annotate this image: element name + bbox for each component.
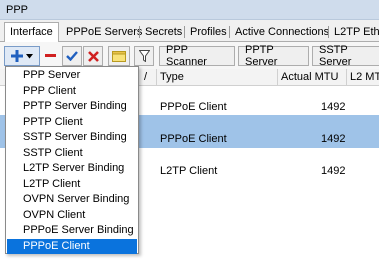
column-header-type[interactable]: Type xyxy=(156,69,277,86)
menu-item-ovpn-client[interactable]: OVPN Client xyxy=(7,208,137,224)
mtu-cell: 1492 xyxy=(321,133,346,145)
comment-icon xyxy=(112,50,126,62)
type-cell: PPPoE Client xyxy=(160,133,227,145)
filter-icon xyxy=(138,50,150,62)
tab-bar: Interface PPPoE Servers Secrets Profiles… xyxy=(0,20,379,43)
window-titlebar: PPP xyxy=(0,0,379,20)
enable-button[interactable] xyxy=(62,46,82,66)
window-title: PPP xyxy=(6,4,29,16)
pptp-server-button[interactable]: PPTP Server xyxy=(238,44,309,68)
ppp-scanner-button[interactable]: PPP Scanner xyxy=(159,44,235,68)
remove-icon xyxy=(44,54,56,58)
remove-button[interactable] xyxy=(41,46,59,66)
add-menu-button[interactable] xyxy=(4,46,40,66)
tab-active-connections[interactable]: Active Connections xyxy=(229,22,335,42)
menu-item-l2tp-client[interactable]: L2TP Client xyxy=(7,177,137,193)
menu-item-ppp-client[interactable]: PPP Client xyxy=(7,84,137,100)
dropdown-arrow-icon xyxy=(26,53,33,59)
menu-item-pppoe-client[interactable]: PPPoE Client xyxy=(7,238,137,254)
mtu-cell: 1492 xyxy=(321,101,346,113)
tab-l2tp-ethernet[interactable]: L2TP Ethe xyxy=(328,22,379,42)
tab-secrets[interactable]: Secrets xyxy=(139,22,188,42)
filter-button[interactable] xyxy=(134,46,154,66)
menu-item-pptp-server-binding[interactable]: PPTP Server Binding xyxy=(7,99,137,115)
sstp-server-button[interactable]: SSTP Server xyxy=(312,44,379,68)
menu-item-sstp-server-binding[interactable]: SSTP Server Binding xyxy=(7,130,137,146)
tab-interface[interactable]: Interface xyxy=(4,22,59,43)
column-header-l2-mtu[interactable]: L2 MT xyxy=(346,69,379,86)
add-icon xyxy=(11,50,23,62)
column-header-sort[interactable]: / xyxy=(141,69,156,86)
disable-button[interactable] xyxy=(83,46,103,66)
menu-item-sstp-client[interactable]: SSTP Client xyxy=(7,146,137,162)
tab-pppoe-servers[interactable]: PPPoE Servers xyxy=(60,22,148,42)
toolbar: PPP Scanner PPTP Server SSTP Server xyxy=(0,42,379,69)
disable-x-icon xyxy=(87,50,99,62)
menu-item-pppoe-server-binding[interactable]: PPPoE Server Binding xyxy=(7,223,137,239)
menu-item-pptp-client[interactable]: PPTP Client xyxy=(7,115,137,131)
tab-profiles[interactable]: Profiles xyxy=(184,22,233,42)
type-cell: PPPoE Client xyxy=(160,101,227,113)
menu-item-ovpn-server-binding[interactable]: OVPN Server Binding xyxy=(7,192,137,208)
menu-item-l2tp-server-binding[interactable]: L2TP Server Binding xyxy=(7,161,137,177)
column-header-actual-mtu[interactable]: Actual MTU xyxy=(277,69,346,86)
type-cell: L2TP Client xyxy=(160,165,218,177)
menu-item-ppp-server[interactable]: PPP Server xyxy=(7,68,137,84)
comment-button[interactable] xyxy=(108,46,130,66)
add-interface-menu: PPP Server PPP Client PPTP Server Bindin… xyxy=(5,66,139,254)
enable-check-icon xyxy=(66,51,78,61)
mtu-cell: 1492 xyxy=(321,165,346,177)
